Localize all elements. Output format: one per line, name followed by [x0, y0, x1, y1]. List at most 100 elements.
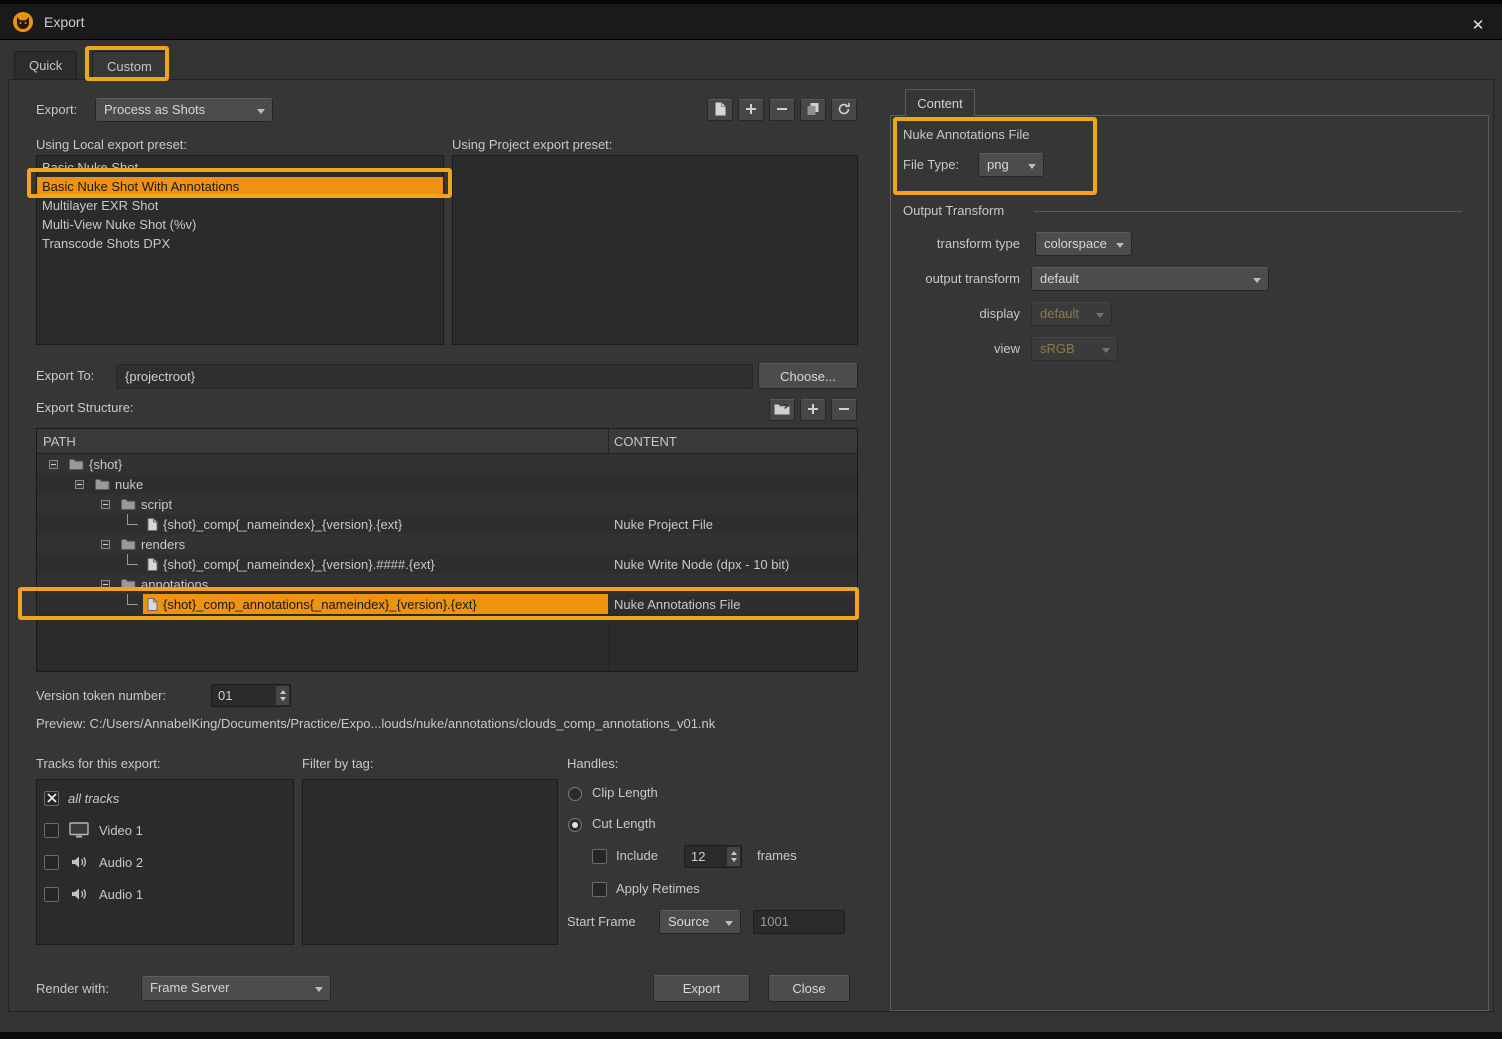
- monitor-icon: [68, 822, 90, 838]
- structure-path-cell: {shot}_comp_annotations{_nameindex}_{ver…: [37, 594, 608, 614]
- tab-content[interactable]: Content: [905, 89, 975, 116]
- add-preset-button[interactable]: [738, 99, 764, 121]
- include-frames-spinbox[interactable]: 12: [684, 845, 742, 868]
- new-preset-icon: [714, 102, 726, 119]
- structure-row[interactable]: annotations: [37, 574, 857, 594]
- remove-item-button[interactable]: [831, 399, 857, 421]
- track-row[interactable]: Audio 2: [37, 846, 293, 878]
- structure-row[interactable]: renders: [37, 534, 857, 554]
- start-frame-value-field[interactable]: 1001: [753, 910, 845, 934]
- render-engine-dropdown[interactable]: Frame Server: [141, 976, 331, 1001]
- structure-content-cell: [608, 494, 857, 514]
- remove-preset-button[interactable]: [769, 99, 795, 121]
- filter-by-tag-box[interactable]: [302, 779, 558, 945]
- start-frame-mode-dropdown[interactable]: Source: [659, 910, 741, 934]
- structure-item: renders: [117, 534, 189, 554]
- structure-row[interactable]: script: [37, 494, 857, 514]
- speaker-icon: [68, 887, 90, 901]
- track-row[interactable]: Audio 1: [37, 878, 293, 910]
- structure-path-label: script: [141, 497, 172, 512]
- track-checkbox-checked[interactable]: [44, 791, 59, 806]
- preset-item[interactable]: Multi-View Nuke Shot (%v): [37, 215, 443, 234]
- add-item-button[interactable]: [800, 399, 826, 421]
- structure-item: {shot}_comp{_nameindex}_{version}.####.{…: [143, 554, 439, 574]
- new-folder-button[interactable]: [769, 399, 795, 421]
- track-checkbox[interactable]: [44, 855, 59, 870]
- revert-preset-button[interactable]: [831, 99, 857, 121]
- export-label: Export:: [36, 98, 77, 122]
- choose-button[interactable]: Choose...: [758, 363, 858, 389]
- expander-icon[interactable]: [101, 580, 110, 589]
- window-title: Export: [44, 14, 84, 30]
- view-dropdown: sRGB: [1031, 337, 1118, 361]
- structure-row[interactable]: {shot}: [37, 454, 857, 474]
- structure-row[interactable]: {shot}_comp{_nameindex}_{version}.####.{…: [37, 554, 857, 574]
- structure-row[interactable]: nuke: [37, 474, 857, 494]
- track-checkbox[interactable]: [44, 823, 59, 838]
- export-to-path[interactable]: {projectroot}: [116, 364, 753, 389]
- transform-type-dropdown[interactable]: colorspace: [1035, 232, 1132, 256]
- render-with-label: Render with:: [36, 977, 109, 1001]
- tab-quick[interactable]: Quick: [14, 51, 77, 79]
- expander-icon[interactable]: [101, 500, 110, 509]
- structure-path-label: {shot}_comp{_nameindex}_{version}.####.{…: [163, 557, 435, 572]
- display-label: display: [858, 302, 1020, 326]
- export-structure-label: Export Structure:: [36, 396, 134, 420]
- export-mode-dropdown[interactable]: Process as Shots: [95, 98, 273, 122]
- structure-path-cell: script: [37, 494, 608, 514]
- structure-row[interactable]: {shot}_comp{_nameindex}_{version}.{ext}N…: [37, 514, 857, 534]
- export-to-label: Export To:: [36, 364, 94, 388]
- structure-content-cell: [608, 574, 857, 594]
- file-type-dropdown[interactable]: png: [978, 153, 1044, 177]
- cut-length-radio[interactable]: [568, 818, 582, 832]
- version-token-label: Version token number:: [36, 684, 166, 708]
- structure-item: {shot}_comp{_nameindex}_{version}.{ext}: [143, 514, 406, 534]
- folder-icon: [95, 478, 110, 490]
- local-preset-label: Using Local export preset:: [36, 133, 187, 157]
- structure-path-cell: {shot}_comp{_nameindex}_{version}.{ext}: [37, 514, 608, 534]
- preset-item[interactable]: Multilayer EXR Shot: [37, 196, 443, 215]
- track-label: all tracks: [68, 791, 119, 806]
- folder-icon: [121, 498, 136, 510]
- structure-path-label: annotations: [141, 577, 208, 592]
- structure-content-cell: [608, 534, 857, 554]
- preset-item[interactable]: Basic Nuke Shot With Annotations: [37, 177, 443, 196]
- preset-item[interactable]: Basic Nuke Shot: [37, 158, 443, 177]
- new-preset-button[interactable]: [707, 99, 733, 121]
- apply-retimes-label: Apply Retimes: [616, 877, 700, 901]
- version-token-spinbox[interactable]: 01: [211, 684, 291, 707]
- output-transform-dropdown[interactable]: default: [1031, 267, 1269, 291]
- export-structure-table: PATH CONTENT {shot}nukescript{shot}_comp…: [36, 428, 858, 672]
- close-icon[interactable]: ✕: [1466, 14, 1490, 36]
- structure-item: script: [117, 494, 176, 514]
- tab-custom[interactable]: Custom: [92, 51, 167, 80]
- close-button[interactable]: Close: [768, 975, 850, 1002]
- expander-icon[interactable]: [75, 480, 84, 489]
- expander-icon[interactable]: [49, 460, 58, 469]
- structure-content-cell: [608, 474, 857, 494]
- clip-length-radio[interactable]: [568, 787, 582, 801]
- version-token-value: 01: [218, 688, 232, 703]
- include-checkbox[interactable]: [592, 849, 607, 864]
- structure-content-cell: Nuke Annotations File: [608, 594, 857, 614]
- preset-item[interactable]: Transcode Shots DPX: [37, 234, 443, 253]
- track-row[interactable]: Video 1: [37, 814, 293, 846]
- speaker-icon: [68, 855, 90, 869]
- filter-by-tag-label: Filter by tag:: [302, 752, 374, 776]
- track-checkbox[interactable]: [44, 887, 59, 902]
- structure-item: {shot}_comp_annotations{_nameindex}_{ver…: [143, 594, 608, 614]
- apply-retimes-checkbox[interactable]: [592, 882, 607, 897]
- tracks-label: Tracks for this export:: [36, 752, 161, 776]
- duplicate-preset-button[interactable]: [800, 99, 826, 121]
- structure-content-cell: Nuke Write Node (dpx - 10 bit): [608, 554, 857, 574]
- export-dialog: Export ✕ Quick Custom Export: Process as…: [0, 0, 1502, 1039]
- structure-row[interactable]: {shot}_comp_annotations{_nameindex}_{ver…: [37, 594, 857, 614]
- column-header-path: PATH: [37, 429, 608, 453]
- include-frames-value: 12: [691, 849, 705, 864]
- expander-icon[interactable]: [101, 540, 110, 549]
- export-button[interactable]: Export: [653, 975, 750, 1002]
- structure-content-cell: [608, 454, 857, 474]
- spinner-arrows-icon[interactable]: [726, 847, 740, 866]
- track-row[interactable]: all tracks: [37, 782, 293, 814]
- spinner-arrows-icon[interactable]: [275, 686, 289, 705]
